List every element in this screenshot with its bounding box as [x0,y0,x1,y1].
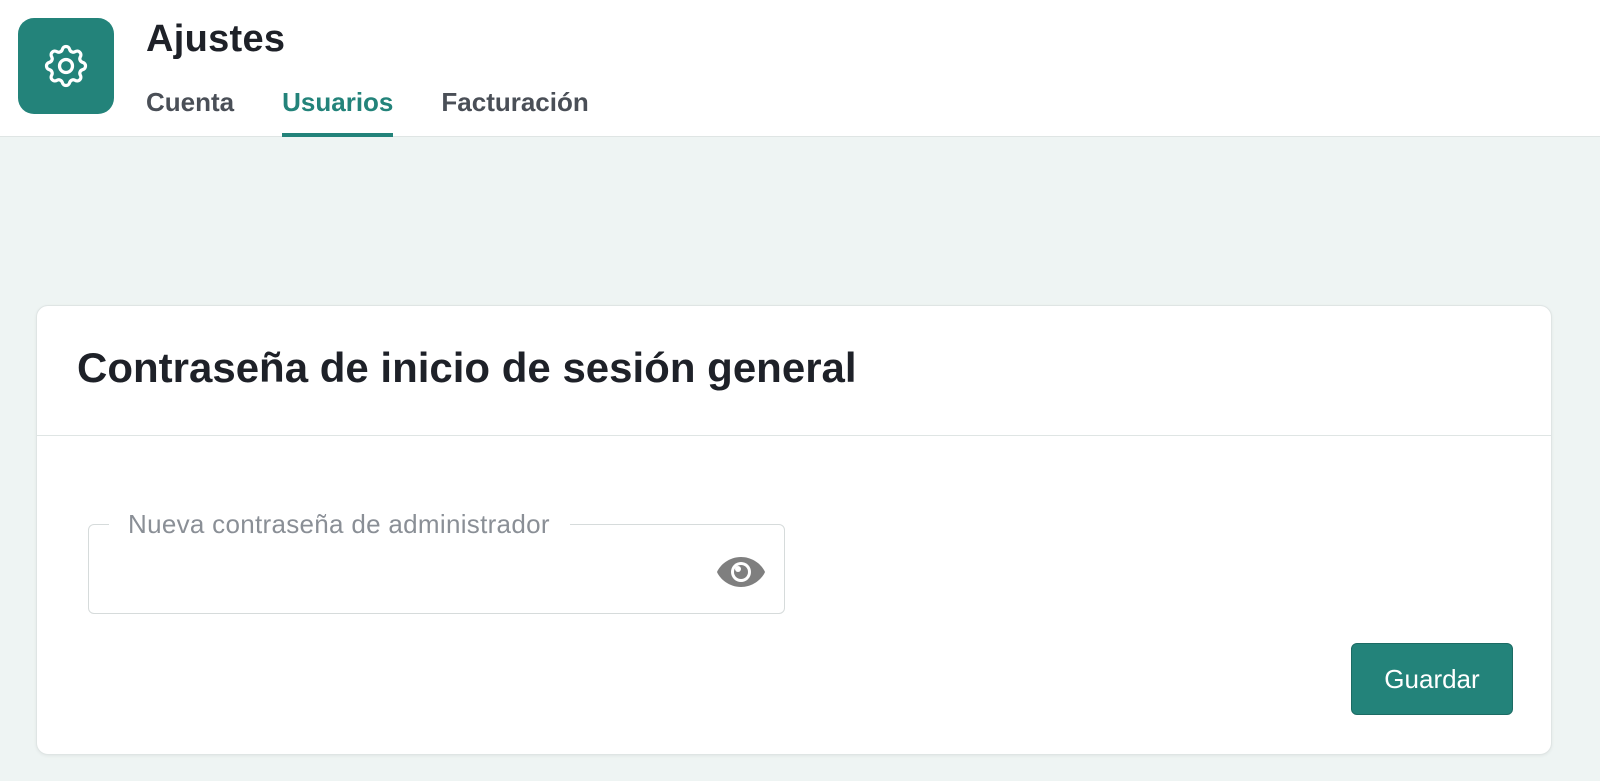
settings-app-icon [18,18,114,114]
toggle-visibility-button[interactable] [716,553,766,591]
page-title: Ajustes [146,18,286,60]
save-button[interactable]: Guardar [1351,643,1513,715]
settings-tabs: Cuenta Usuarios Facturación [146,84,637,137]
password-card: Contraseña de inicio de sesión general N… [36,305,1552,755]
gear-icon [44,44,88,88]
admin-password-field: Nueva contraseña de administrador [88,510,785,614]
top-header: Ajustes Cuenta Usuarios Facturación [0,0,1600,137]
admin-password-input[interactable] [109,549,699,599]
card-header: Contraseña de inicio de sesión general [37,306,1551,436]
card-title: Contraseña de inicio de sesión general [77,344,857,391]
tab-facturacion[interactable]: Facturación [441,84,588,137]
eye-icon [717,557,765,587]
tab-usuarios[interactable]: Usuarios [282,84,394,137]
tab-cuenta[interactable]: Cuenta [146,84,234,137]
admin-password-label: Nueva contraseña de administrador [109,510,570,538]
